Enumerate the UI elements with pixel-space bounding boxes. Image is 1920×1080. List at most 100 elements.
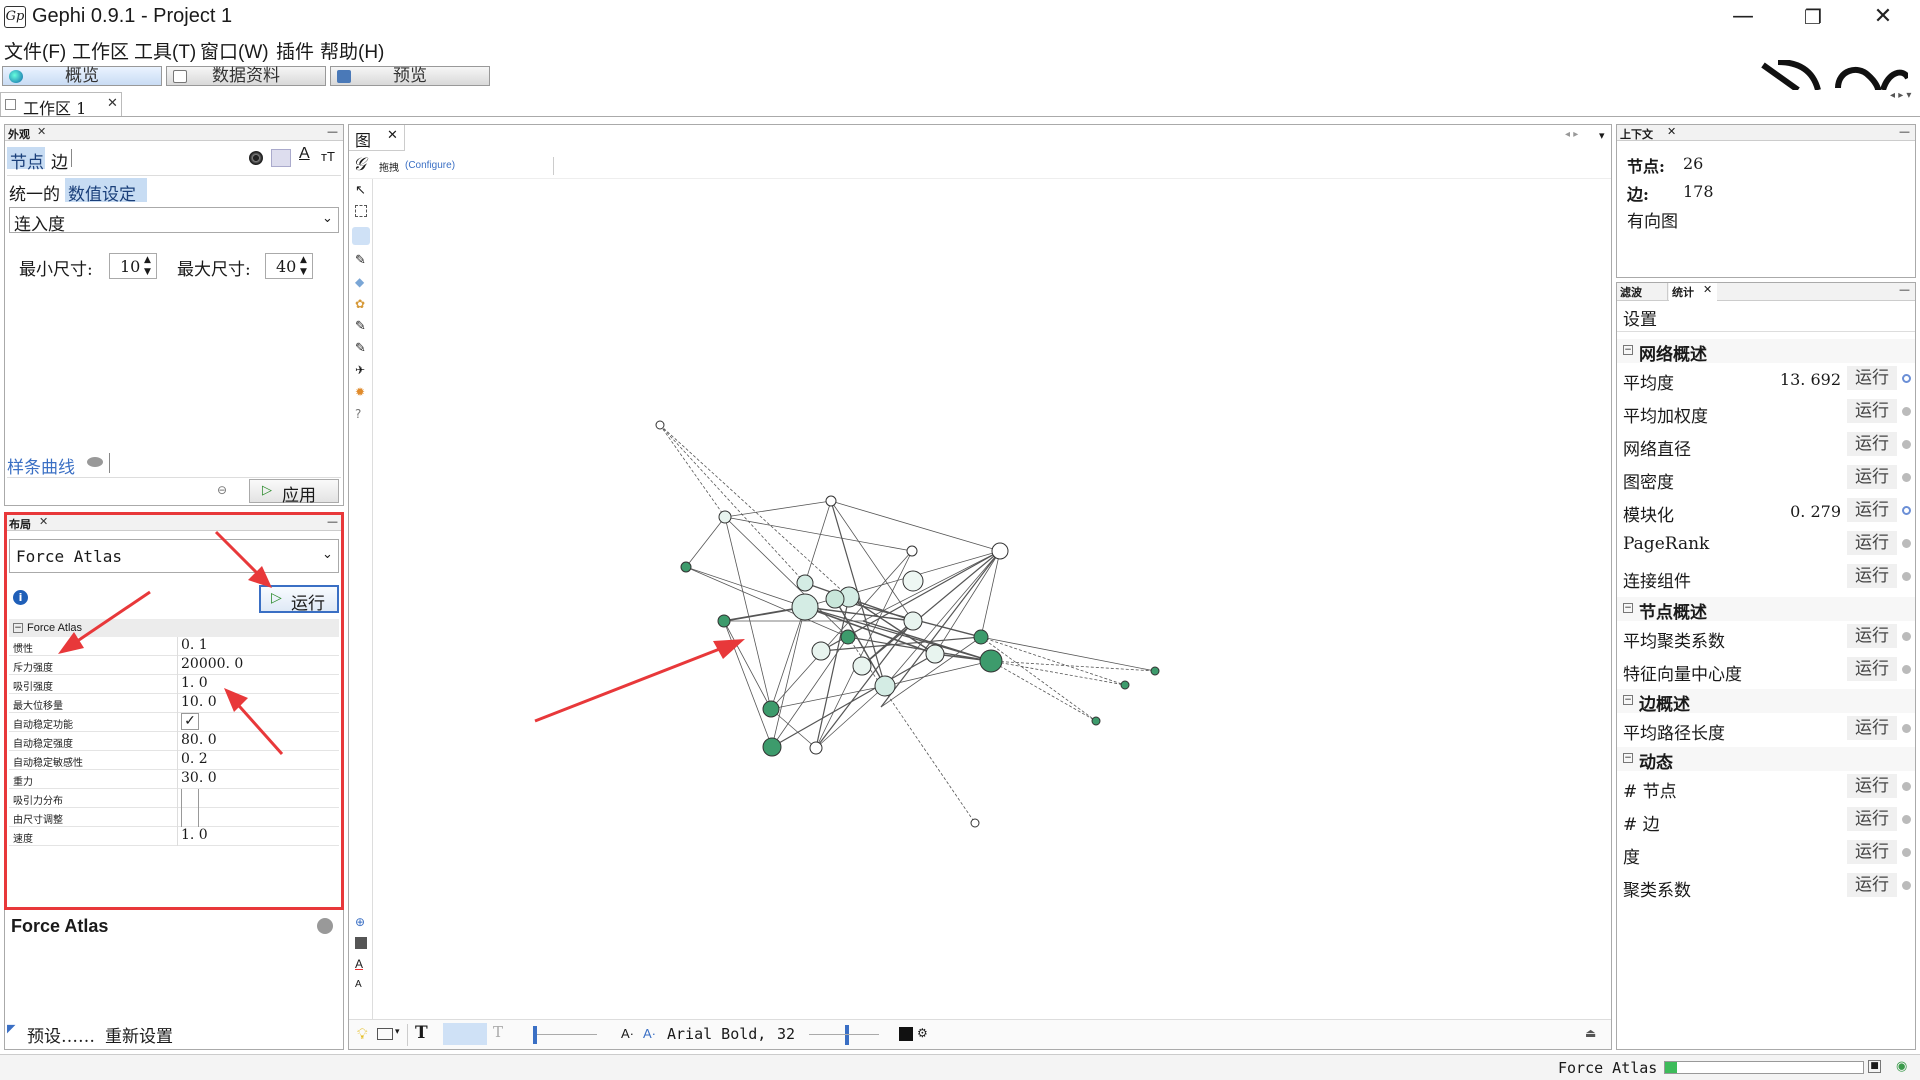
graph-node[interactable] (762, 737, 782, 757)
graph-node[interactable] (717, 614, 731, 628)
edge-pencil-icon[interactable]: ✎ (355, 341, 366, 356)
shortest-path-icon[interactable]: ✈ (355, 363, 365, 377)
report-icon[interactable] (1902, 572, 1911, 581)
close-icon[interactable]: ✕ (107, 96, 118, 111)
label-size-icon[interactable]: A (355, 979, 362, 990)
graph-node[interactable] (718, 510, 732, 524)
color-palette-icon[interactable] (249, 151, 263, 165)
graph-node[interactable] (979, 649, 1003, 673)
help-icon[interactable] (317, 918, 333, 934)
select-arrow-icon[interactable]: ↖ (355, 183, 366, 198)
run-button[interactable]: 运行 (1847, 624, 1897, 648)
font-color-icon[interactable]: A· (643, 1026, 656, 1041)
report-icon[interactable] (1902, 374, 1911, 383)
reset-button[interactable]: 重新设置 (105, 1022, 173, 1047)
graph-node[interactable] (874, 675, 896, 697)
rectangle-select-icon[interactable] (355, 205, 367, 217)
collapse-icon[interactable]: − (1623, 695, 1633, 705)
min-size-stepper[interactable]: 10 ▲ ▼ (109, 253, 157, 279)
graph-node[interactable] (655, 420, 665, 430)
report-icon[interactable] (1902, 815, 1911, 824)
close-icon[interactable]: ✕ (1667, 125, 1676, 138)
chevron-down-icon[interactable]: ▾ (395, 1027, 400, 1037)
label-size-icon[interactable]: тT (321, 149, 335, 164)
lightbulb-icon[interactable]: 💡︎ (357, 1025, 368, 1043)
spline-link[interactable]: 样条曲线 (7, 453, 75, 478)
graph-node[interactable] (852, 656, 872, 676)
paint-icon[interactable]: ✿ (355, 297, 365, 311)
brush-icon[interactable]: ✎ (355, 319, 366, 334)
graph-node[interactable] (825, 495, 837, 507)
stats-section-dynamic[interactable]: − 动态 (1617, 747, 1915, 773)
collapse-icon[interactable]: − (1623, 753, 1633, 763)
settings-label[interactable]: 设置 (1623, 305, 1657, 330)
report-icon[interactable] (1902, 724, 1911, 733)
run-button[interactable]: 运行 (1847, 840, 1897, 864)
report-icon[interactable] (1902, 881, 1911, 890)
attribute-select[interactable]: 连入度 ⌄ (9, 207, 339, 235)
stats-section-edge[interactable]: − 边概述 (1617, 689, 1915, 715)
presets-button[interactable]: 预设…… (27, 1022, 95, 1047)
menu-tools[interactable]: 工具(T) (134, 37, 196, 64)
text-icon[interactable]: T (415, 1023, 428, 1043)
menu-plugins[interactable]: 插件 (276, 37, 314, 64)
font-size-icon[interactable]: A· (621, 1026, 634, 1041)
property-row[interactable]: 速度 1. 0 (9, 827, 339, 846)
collapse-toolbar-icon[interactable]: ⏏ (1585, 1026, 1596, 1040)
workspace-tab[interactable]: 工作区 1 ✕ (0, 92, 122, 118)
minimize-icon[interactable]: — (1899, 125, 1910, 138)
graph-node[interactable] (1120, 680, 1130, 690)
run-button[interactable]: 运行 (1847, 774, 1897, 798)
pencil-icon[interactable]: ✎ (355, 253, 366, 268)
tab-list-icon[interactable]: ▾ (1599, 129, 1605, 142)
graph-node[interactable] (791, 593, 819, 621)
run-button[interactable]: 运行 (1847, 716, 1897, 740)
report-icon[interactable] (1902, 440, 1911, 449)
minimize-icon[interactable]: — (327, 125, 338, 138)
tab-ranking[interactable]: 数值设定 (65, 178, 147, 205)
size-icon[interactable] (271, 149, 291, 167)
tab-filter[interactable]: 滤波 (1620, 284, 1642, 300)
run-button[interactable]: 运行 (1847, 873, 1897, 897)
report-icon[interactable] (1902, 473, 1911, 482)
graph-canvas[interactable] (375, 181, 1611, 1021)
collapse-icon[interactable]: − (1623, 603, 1633, 613)
graph-node[interactable] (680, 561, 692, 573)
run-button[interactable]: 运行 (1847, 366, 1897, 390)
run-button[interactable]: 运行 (1847, 531, 1897, 555)
property-checkbox[interactable] (181, 808, 199, 827)
heatmap-icon[interactable]: ✹ (355, 385, 365, 399)
report-icon[interactable] (1902, 782, 1911, 791)
zoom-icon[interactable]: ⊕ (355, 915, 365, 929)
label-font-icon[interactable]: A (355, 957, 363, 971)
stats-section-network[interactable]: − 网络概述 (1617, 339, 1915, 365)
property-value[interactable]: 1. 0 (181, 827, 208, 843)
report-icon[interactable] (1902, 848, 1911, 857)
graph-node[interactable] (906, 545, 918, 557)
mode-tab-overview[interactable]: 概览 (2, 66, 162, 86)
close-icon[interactable]: ✕ (1703, 283, 1712, 296)
font-name[interactable]: Arial Bold, (667, 1025, 766, 1043)
report-icon[interactable] (1902, 407, 1911, 416)
edge-width-slider-track[interactable] (537, 1034, 597, 1035)
run-button[interactable]: 运行 (1847, 432, 1897, 456)
label-color-icon[interactable]: A (299, 145, 310, 163)
screenshot-icon[interactable] (377, 1028, 393, 1040)
label-size-slider-thumb[interactable] (845, 1025, 849, 1045)
close-icon[interactable]: ✕ (37, 125, 46, 138)
report-icon[interactable] (1902, 665, 1911, 674)
graph-node[interactable] (1150, 666, 1160, 676)
property-checkbox[interactable] (181, 789, 199, 808)
max-size-stepper[interactable]: 40 ▲ ▼ (265, 253, 313, 279)
graph-node[interactable] (925, 644, 945, 664)
property-row[interactable]: 由尺寸调整 (9, 808, 339, 827)
report-icon[interactable] (1902, 539, 1911, 548)
mode-tab-preview[interactable]: 预览 (330, 66, 490, 86)
drag-hand-icon[interactable] (352, 227, 370, 245)
graph-node[interactable] (825, 589, 845, 609)
graph-node[interactable] (970, 818, 980, 828)
collapse-icon[interactable]: − (1623, 345, 1633, 355)
label-size-slider-track[interactable] (809, 1034, 879, 1035)
minimize-icon[interactable]: — (1899, 283, 1910, 296)
graph-node[interactable] (811, 641, 831, 661)
